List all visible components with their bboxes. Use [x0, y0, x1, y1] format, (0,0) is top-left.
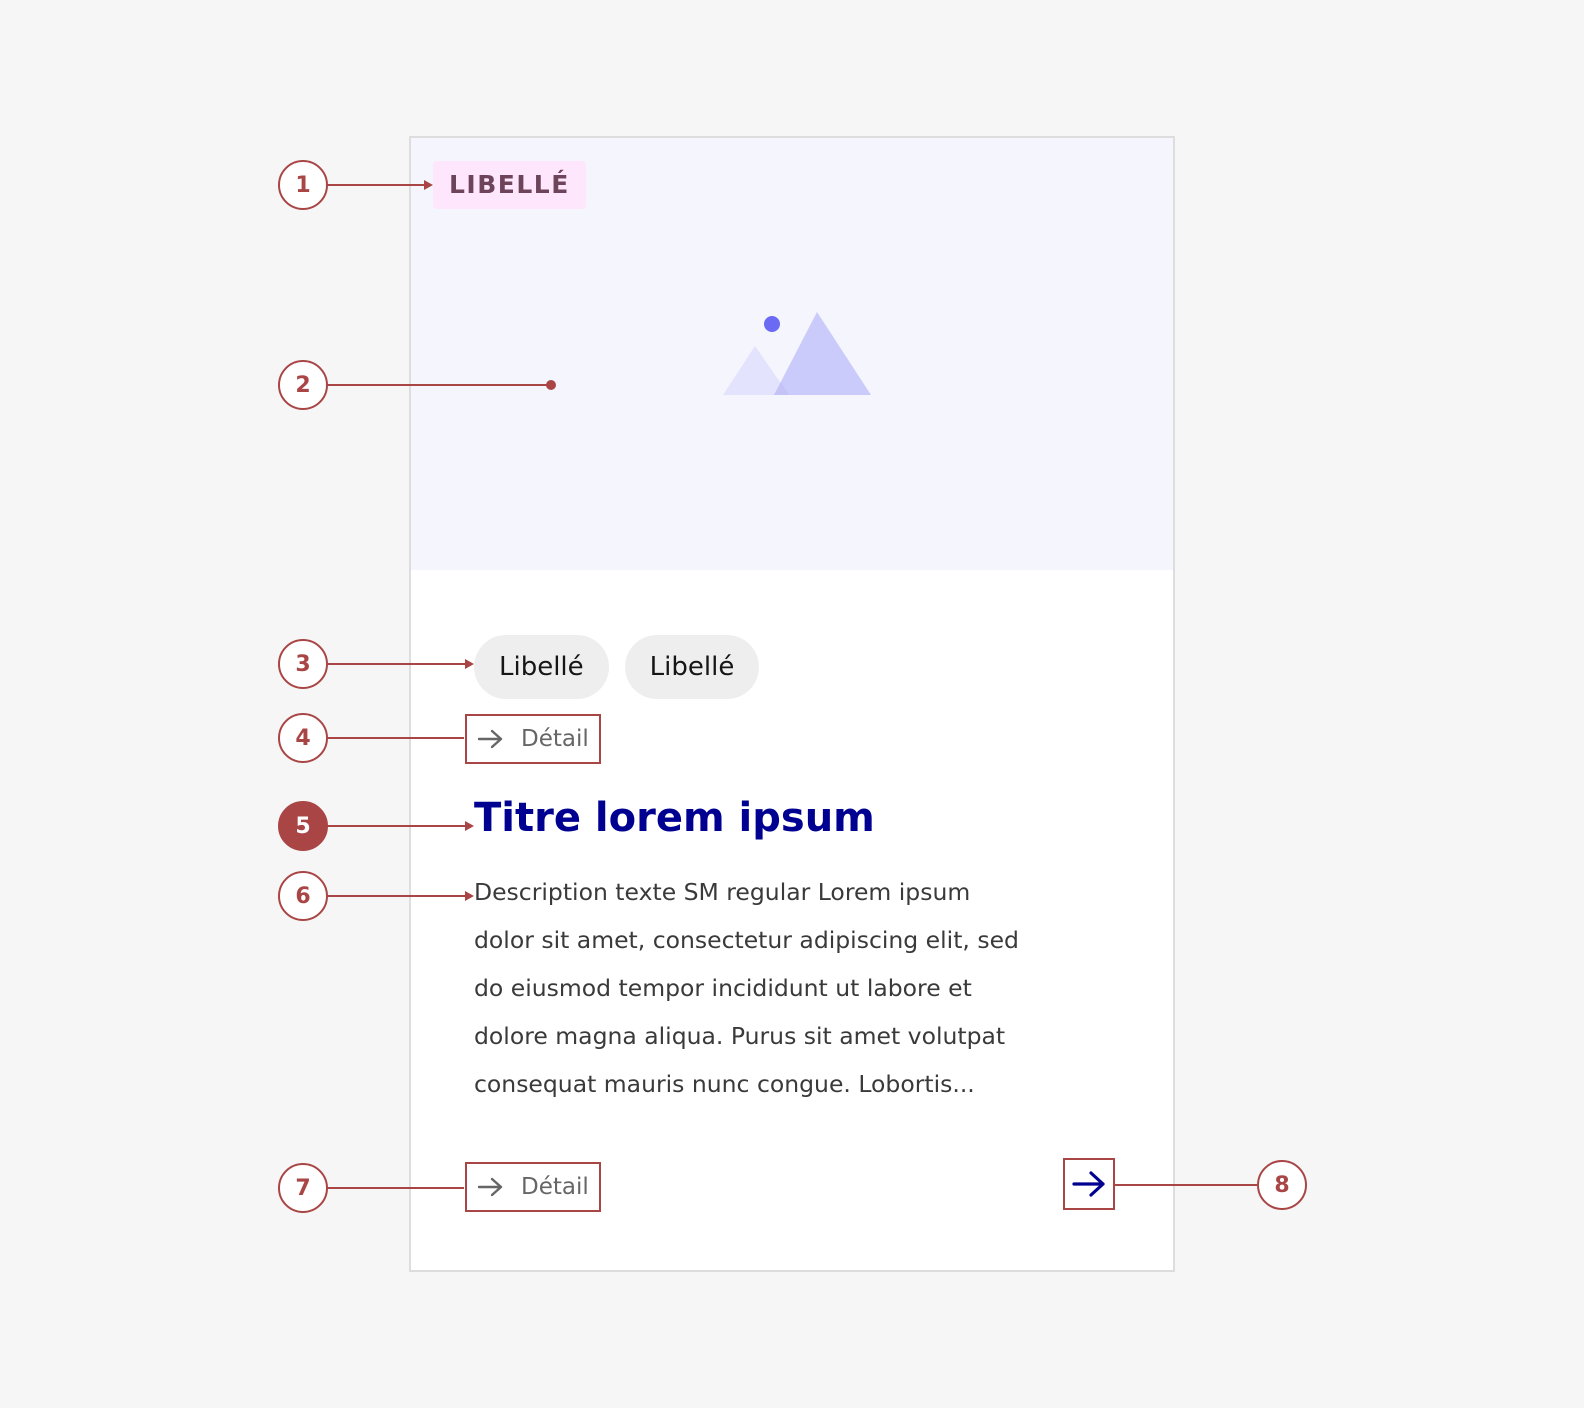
arrow-right-icon — [477, 1177, 503, 1197]
card-link-button[interactable] — [1063, 1158, 1115, 1210]
description-line: Description texte SM regular Lorem ipsum — [474, 878, 971, 906]
card: LIBELLÉ Libellé Libellé Détail Titre lor… — [409, 136, 1175, 1272]
card-image: LIBELLÉ — [411, 138, 1173, 570]
annotation-marker-6: 6 — [278, 871, 328, 921]
badge: LIBELLÉ — [433, 161, 586, 209]
annotation-marker-3: 3 — [278, 639, 328, 689]
tag[interactable]: Libellé — [474, 635, 609, 699]
annotation-marker-1: 1 — [278, 160, 328, 210]
description-line: dolor sit amet, consectetur adipiscing e… — [474, 926, 1019, 954]
annotation-marker-7: 7 — [278, 1163, 328, 1213]
annotation-marker-2: 2 — [278, 360, 328, 410]
tag[interactable]: Libellé — [624, 635, 760, 699]
card-title[interactable]: Titre lorem ipsum — [474, 788, 875, 848]
description-line: consequat mauris nunc congue. Lobortis..… — [474, 1070, 975, 1098]
tag-group: Libellé Libellé — [474, 635, 760, 699]
image-placeholder-icon — [723, 312, 871, 395]
detail-bottom: Détail — [465, 1162, 601, 1212]
detail-top: Détail — [465, 714, 601, 764]
card-description: Description texte SM regular Lorem ipsum… — [474, 868, 1114, 1108]
annotation-marker-4: 4 — [278, 713, 328, 763]
arrow-right-icon — [477, 729, 503, 749]
arrow-right-icon — [1072, 1171, 1105, 1197]
detail-top-label: Détail — [521, 726, 589, 752]
detail-bottom-label: Détail — [521, 1174, 589, 1200]
annotation-marker-8: 8 — [1257, 1160, 1307, 1210]
description-line: dolore magna aliqua. Purus sit amet volu… — [474, 1022, 1006, 1050]
annotation-marker-5: 5 — [278, 801, 328, 851]
description-line: do eiusmod tempor incididunt ut labore e… — [474, 974, 972, 1002]
